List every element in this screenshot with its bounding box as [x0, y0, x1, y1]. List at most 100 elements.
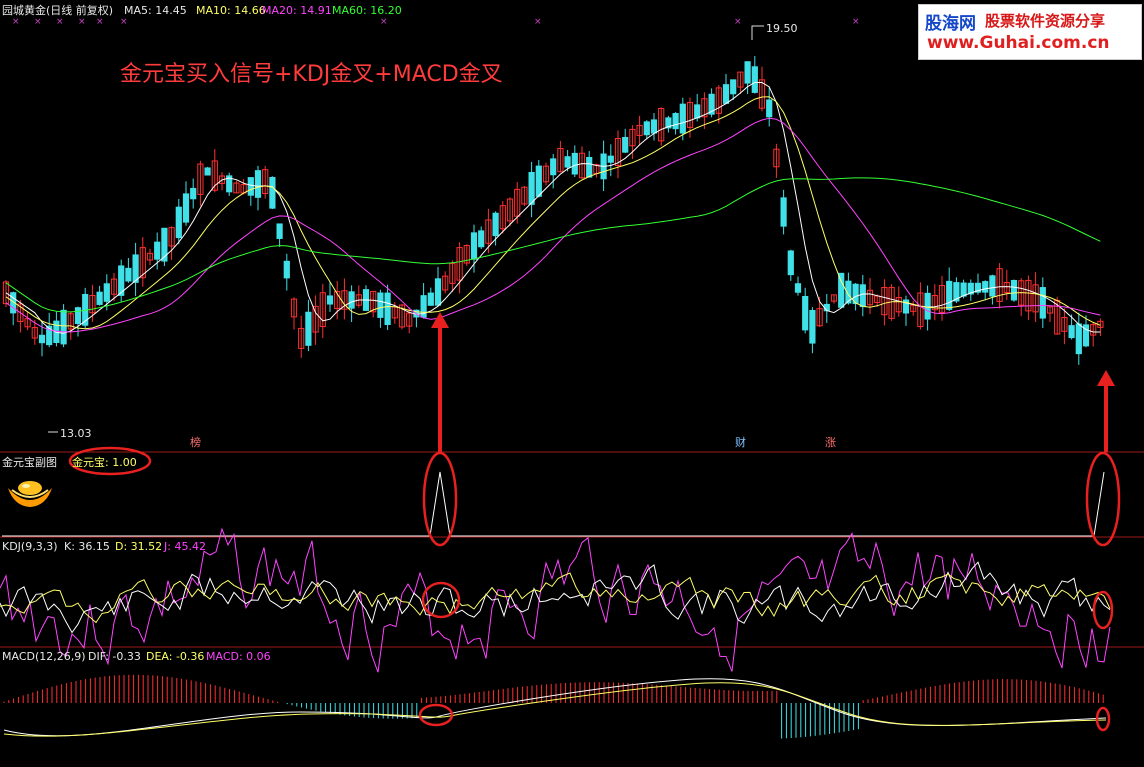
- candle-body: [643, 121, 650, 136]
- top-marker: ×: [12, 17, 20, 27]
- sub-indicator-name: 金元宝副图: [2, 456, 57, 469]
- candle-body: [722, 84, 730, 104]
- logo-brand: 股海网: [925, 14, 976, 34]
- top-marker: ×: [120, 17, 128, 27]
- candle-body: [564, 156, 571, 168]
- event-badge-zhang[interactable]: 涨: [823, 436, 838, 450]
- kdj-j-label: J: 45.42: [164, 540, 206, 553]
- high-pointer: [751, 25, 764, 40]
- candle-body: [672, 113, 679, 130]
- candle-body: [190, 187, 197, 200]
- candle-body: [427, 292, 434, 306]
- signal-arrow-2-head: [1097, 370, 1115, 386]
- candle-body: [326, 295, 334, 305]
- candle-body: [607, 155, 614, 163]
- candle-body: [74, 307, 82, 325]
- logo-tagline: 股票软件资源分享: [985, 12, 1106, 30]
- symbol-title: 园城黄金(日线 前复权): [2, 4, 114, 17]
- signal-title-overlay: 金元宝买入信号+KDJ金叉+MACD金叉: [120, 62, 503, 87]
- kdj-k-label: K: 36.15: [64, 540, 110, 553]
- annotation-circle-macd-1: [418, 703, 454, 727]
- candle-body: [679, 103, 686, 134]
- candle-body: [622, 136, 629, 153]
- candle-body: [103, 283, 110, 302]
- candle-body: [470, 232, 478, 260]
- candle-body: [96, 291, 103, 305]
- candle-body: [694, 104, 701, 119]
- logo-url: www.Guhai.com.cn: [927, 33, 1110, 53]
- signal-arrow-1-head: [431, 312, 449, 328]
- gold-ingot-icon: [8, 481, 52, 507]
- top-marker: ×: [56, 17, 64, 27]
- candle-body: [1075, 323, 1082, 355]
- candle-body: [809, 310, 816, 344]
- candle-body: [571, 152, 578, 175]
- top-marker: ×: [34, 17, 42, 27]
- jinyuanbao-signal-line: [2, 471, 1105, 537]
- annotation-circle-signal-1: [422, 451, 458, 547]
- top-marker: ×: [734, 17, 742, 27]
- ma20-line: [5, 117, 1101, 333]
- candle-body: [38, 334, 46, 344]
- candle-body: [794, 283, 802, 293]
- annotation-circle-macd-2: [1095, 706, 1111, 732]
- candle-body: [377, 292, 384, 318]
- candle-body: [924, 292, 931, 320]
- top-marker: ×: [380, 17, 388, 27]
- ma10-line: [5, 96, 1101, 330]
- macd-value-label: MACD: 0.06: [206, 650, 271, 663]
- candle-body: [132, 254, 139, 283]
- candle-body: [989, 275, 996, 297]
- candle-body: [254, 170, 262, 198]
- macd-dif-line: [3, 678, 1107, 737]
- candle-body: [182, 193, 190, 223]
- candle-body: [283, 260, 290, 279]
- candle-body: [204, 167, 211, 176]
- macd-name: MACD(12,26,9): [2, 650, 86, 663]
- top-marker: ×: [534, 17, 542, 27]
- ma10-label: MA10: 14.66: [196, 4, 266, 17]
- candle-body: [269, 176, 276, 209]
- ma20-label: MA20: 14.91: [262, 4, 332, 17]
- event-badge-bang[interactable]: 榜: [188, 436, 203, 450]
- candle-body: [492, 212, 499, 237]
- candle-body: [276, 223, 283, 239]
- annotation-circle-kdj-1: [421, 581, 461, 619]
- candle-body: [946, 280, 953, 310]
- kdj-name: KDJ(9,3,3): [2, 540, 58, 553]
- macd-dea-line: [3, 682, 1107, 737]
- candle-body: [247, 177, 254, 196]
- candle-body: [434, 278, 442, 306]
- candle-body: [550, 158, 557, 176]
- price-low-label: 13.03: [60, 427, 92, 440]
- candle-body: [528, 171, 535, 205]
- top-marker: ×: [96, 17, 104, 27]
- candle-body: [478, 230, 485, 248]
- candle-body: [1068, 325, 1075, 339]
- candle-body: [859, 284, 866, 308]
- guhai-logo: 股海网 股票软件资源分享 www.Guhai.com.cn: [918, 4, 1142, 60]
- candle-body: [650, 119, 658, 134]
- candle-body: [766, 99, 773, 118]
- candle-body: [348, 291, 355, 309]
- candle-body: [780, 197, 787, 227]
- candle-body: [125, 267, 132, 282]
- candle-body: [744, 61, 751, 84]
- candle-body: [60, 309, 67, 345]
- annotation-circle-signal-2: [1085, 451, 1121, 547]
- macd-dif-label: DIF: -0.33: [88, 650, 141, 663]
- candle-body: [175, 206, 182, 239]
- top-marker: ×: [852, 17, 860, 27]
- top-marker: ×: [78, 17, 86, 27]
- annotation-circle-kdj-2: [1092, 590, 1114, 630]
- event-badge-cai[interactable]: 财: [733, 436, 748, 450]
- candle-body: [751, 66, 758, 93]
- ma5-label: MA5: 14.45: [124, 4, 187, 17]
- price-high-label: 19.50: [766, 22, 798, 35]
- candle-body: [1010, 279, 1018, 301]
- kdj-d-line: [0, 572, 1111, 624]
- candle-body: [730, 79, 737, 95]
- candle-body: [586, 156, 593, 178]
- candle-body: [384, 292, 391, 326]
- ma60-line: [5, 177, 1101, 313]
